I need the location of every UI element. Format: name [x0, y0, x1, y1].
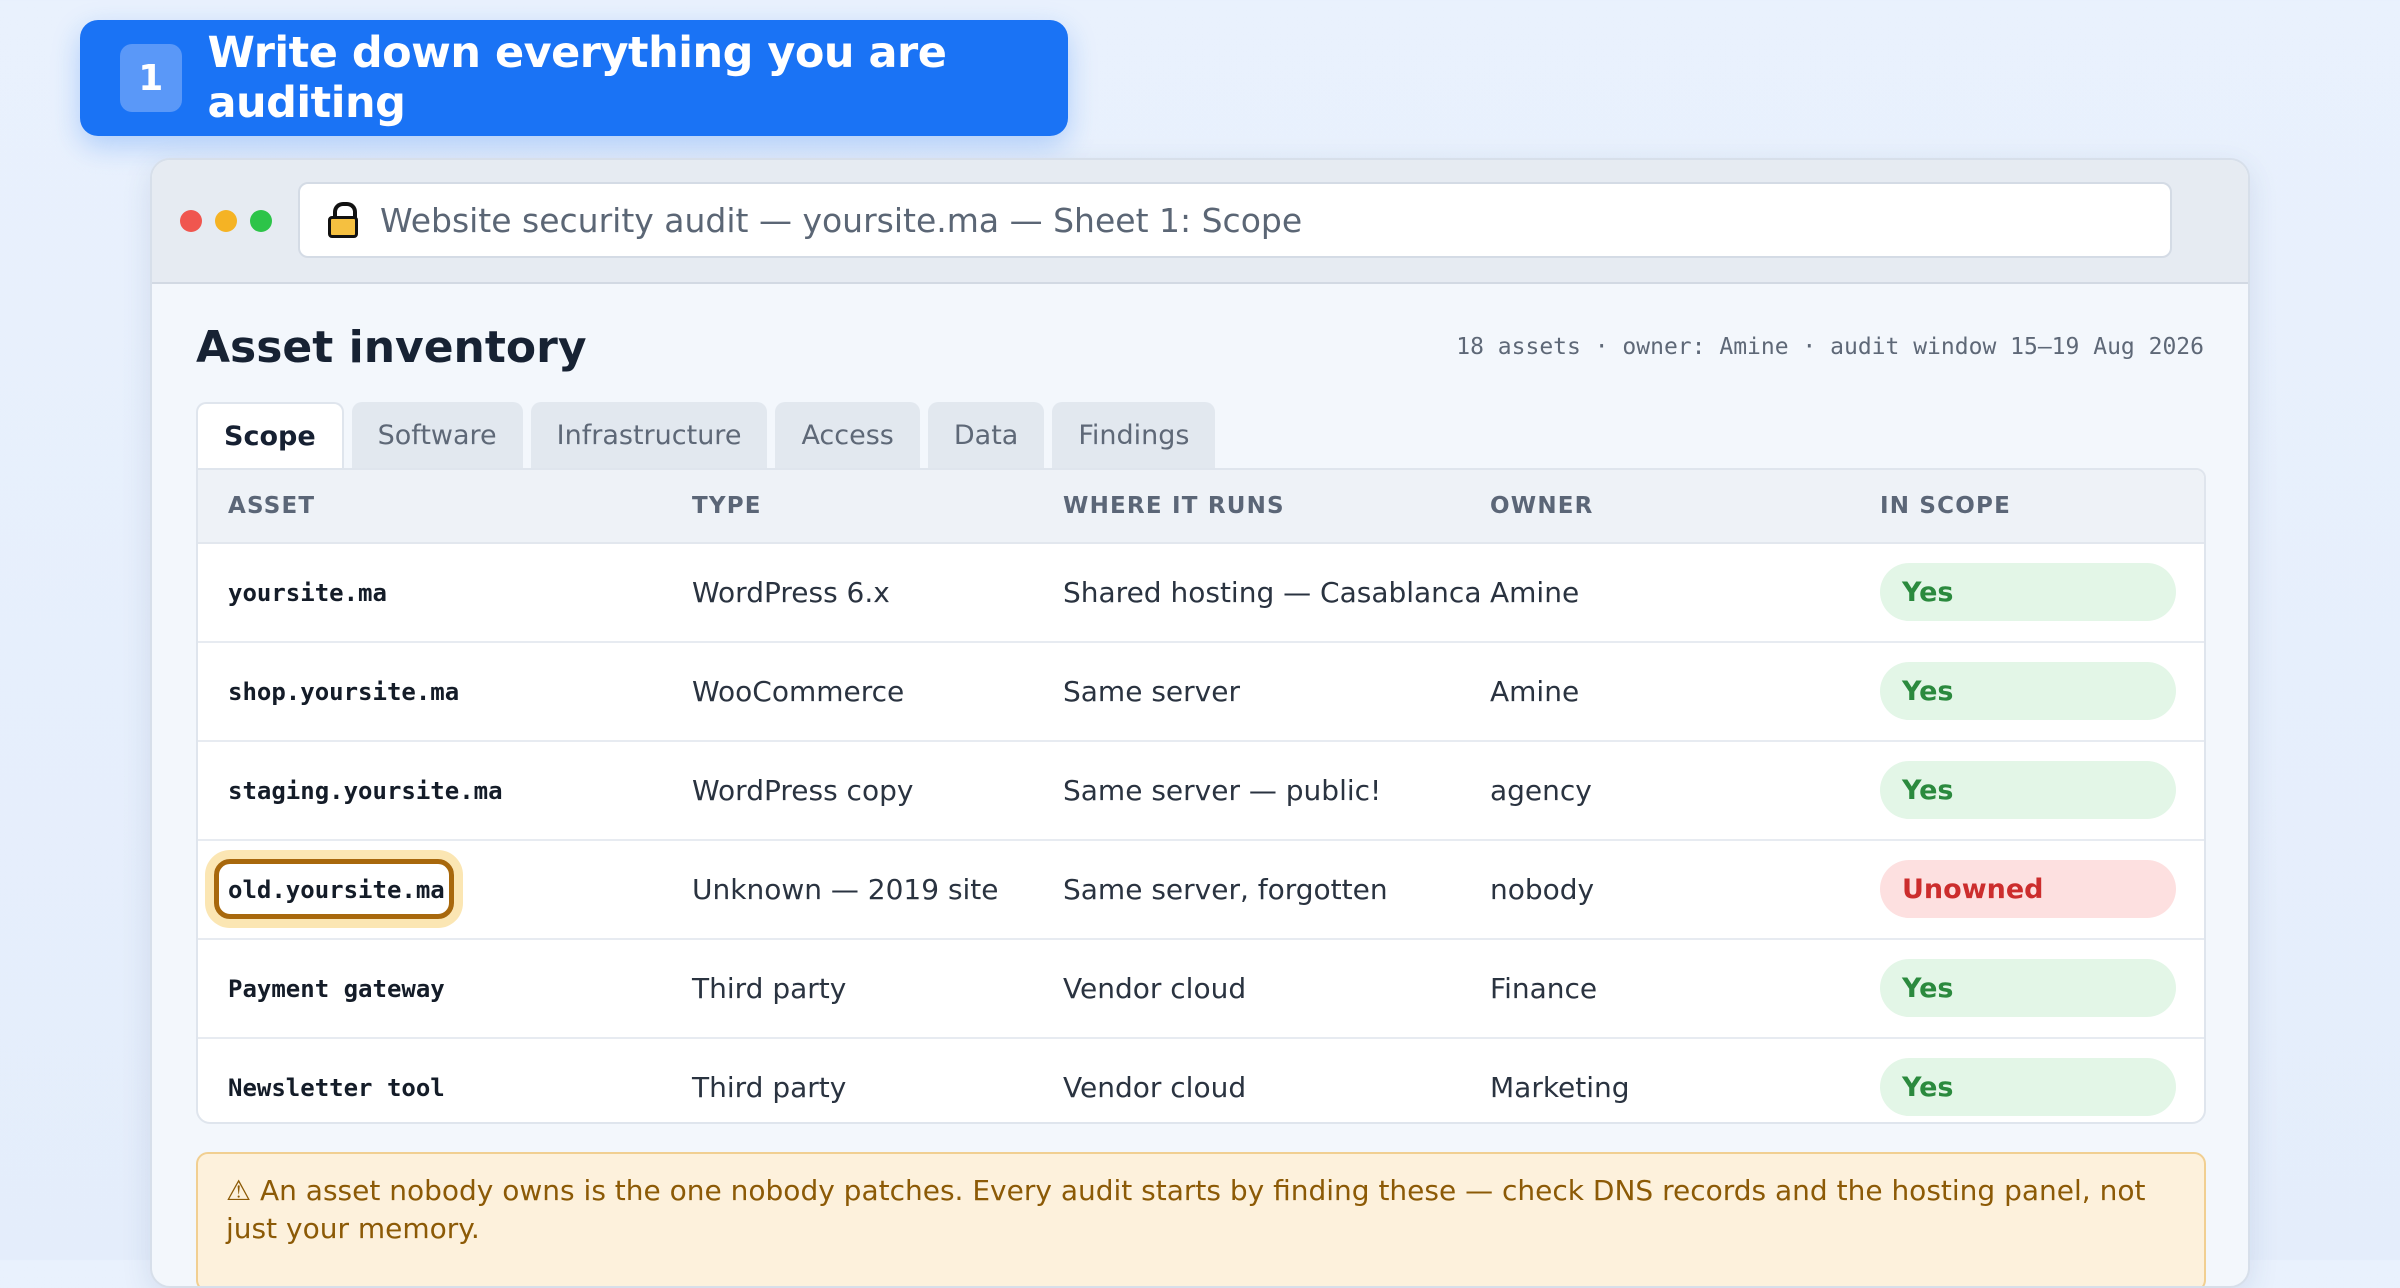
header-type: TYPE [692, 493, 762, 519]
scope-badge: Yes [1880, 662, 2176, 720]
address-text: Website security audit — yoursite.ma — S… [380, 200, 1303, 240]
address-bar[interactable]: Website security audit — yoursite.ma — S… [298, 182, 2172, 258]
scope-badge: Yes [1880, 563, 2176, 621]
scope-badge: Yes [1880, 761, 2176, 819]
asset-name: yoursite.ma [228, 578, 387, 607]
tab-data[interactable]: Data [927, 402, 1045, 468]
header-in-scope: IN SCOPE [1880, 493, 2011, 519]
scope-badge-unowned: Unowned [1880, 860, 2176, 918]
browser-window: Website security audit — yoursite.ma — S… [150, 158, 2250, 1288]
table-row[interactable]: yoursite.ma WordPress 6.x Shared hosting… [198, 544, 2204, 643]
asset-location: Same server — public! [1063, 774, 1382, 807]
asset-type: Third party [692, 972, 847, 1005]
asset-name: Payment gateway [228, 974, 445, 1003]
table-row[interactable]: Payment gateway Third party Vendor cloud… [198, 940, 2204, 1039]
table-row[interactable]: Newsletter tool Third party Vendor cloud… [198, 1039, 2204, 1122]
asset-type: Unknown — 2019 site [692, 873, 999, 906]
tab-software[interactable]: Software [351, 402, 523, 468]
asset-location: Vendor cloud [1063, 972, 1247, 1005]
table-row[interactable]: staging.yoursite.ma WordPress copy Same … [198, 742, 2204, 841]
asset-name: old.yoursite.ma [228, 875, 445, 904]
asset-name: Newsletter tool [228, 1073, 445, 1102]
close-window-button[interactable] [180, 210, 202, 232]
asset-type: WooCommerce [692, 675, 905, 708]
header-owner: OWNER [1490, 493, 1594, 519]
sheet-tabs: Scope Software Infrastructure Access Dat… [196, 402, 1223, 468]
asset-name: staging.yoursite.ma [228, 776, 503, 805]
asset-name: shop.yoursite.ma [228, 677, 460, 706]
table-row[interactable]: shop.yoursite.ma WooCommerce Same server… [198, 643, 2204, 742]
tab-infrastructure[interactable]: Infrastructure [530, 402, 768, 468]
table-row-highlighted[interactable]: old.yoursite.ma Unknown — 2019 site Same… [198, 841, 2204, 940]
asset-owner: Finance [1490, 972, 1598, 1005]
asset-type: WordPress 6.x [692, 576, 890, 609]
tab-findings[interactable]: Findings [1052, 402, 1216, 468]
asset-location: Same server [1063, 675, 1240, 708]
header-where: WHERE IT RUNS [1063, 493, 1285, 519]
warning-callout: ⚠ An asset nobody owns is the one nobody… [196, 1152, 2206, 1286]
asset-type: WordPress copy [692, 774, 914, 807]
table-header: ASSET TYPE WHERE IT RUNS OWNER IN SCOPE [198, 470, 2204, 544]
asset-location: Vendor cloud [1063, 1071, 1247, 1104]
scope-badge: Yes [1880, 1058, 2176, 1116]
scope-badge: Yes [1880, 959, 2176, 1017]
asset-owner: Marketing [1490, 1071, 1630, 1104]
asset-location: Shared hosting — Casablanca [1063, 576, 1482, 609]
page-title: Asset inventory [196, 322, 587, 373]
inventory-meta: 18 assets · owner: Amine · audit window … [1456, 334, 2204, 360]
window-titlebar: Website security audit — yoursite.ma — S… [152, 160, 2248, 284]
tab-access[interactable]: Access [775, 402, 920, 468]
lock-icon [328, 202, 358, 238]
header-asset: ASSET [228, 493, 316, 519]
asset-location: Same server, forgotten [1063, 873, 1388, 906]
asset-table: ASSET TYPE WHERE IT RUNS OWNER IN SCOPE … [196, 468, 2206, 1124]
step-number: 1 [120, 44, 182, 112]
sheet-content: Asset inventory 18 assets · owner: Amine… [196, 282, 2206, 1286]
minimize-window-button[interactable] [215, 210, 237, 232]
asset-owner: Amine [1490, 675, 1580, 708]
step-title: Write down everything you are auditing [207, 28, 947, 128]
asset-owner: Amine [1490, 576, 1580, 609]
asset-owner: agency [1490, 774, 1592, 807]
tab-scope[interactable]: Scope [196, 402, 344, 468]
asset-owner: nobody [1490, 873, 1595, 906]
maximize-window-button[interactable] [250, 210, 272, 232]
asset-type: Third party [692, 1071, 847, 1104]
step-banner: 1 Write down everything you are auditing [80, 20, 1068, 136]
